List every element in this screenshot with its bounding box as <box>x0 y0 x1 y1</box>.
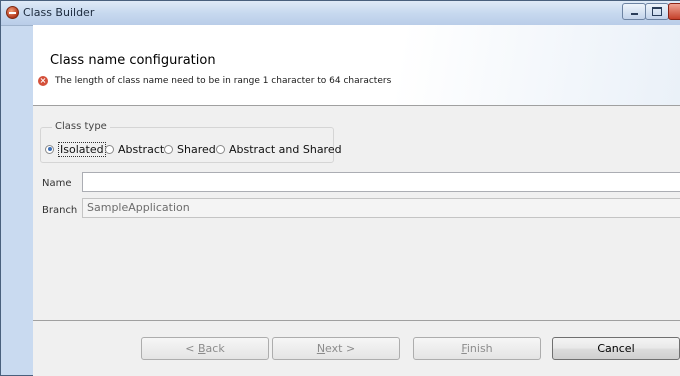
radio-abstract-and-shared[interactable]: Abstract and Shared <box>216 141 342 157</box>
branch-label: Branch <box>42 205 78 216</box>
name-label: Name <box>42 178 72 189</box>
radio-isolated-label: Isolated <box>58 141 106 157</box>
branch-field: SampleApplication <box>82 198 680 218</box>
page-title: Class name configuration <box>50 53 216 68</box>
name-field[interactable] <box>82 172 680 192</box>
radio-unselected-icon <box>105 144 114 154</box>
radio-unselected-icon <box>164 144 173 154</box>
button-separator <box>33 320 680 321</box>
wizard-header: Class name configuration × The length of… <box>33 25 680 106</box>
maximize-button[interactable] <box>645 3 669 20</box>
radio-abstract-and-shared-label: Abstract and Shared <box>229 142 342 156</box>
error-icon: × <box>38 76 48 86</box>
error-message: The length of class name need to be in r… <box>55 76 392 86</box>
cancel-button[interactable]: Cancel <box>552 337 680 360</box>
window-title: Class Builder <box>23 6 95 19</box>
radio-selected-icon <box>45 144 54 154</box>
radio-unselected-icon <box>216 144 225 154</box>
close-button[interactable]: x <box>668 3 680 20</box>
class-type-legend: Class type <box>52 121 110 132</box>
back-button[interactable]: < Back <box>141 337 269 360</box>
minimize-icon <box>630 13 638 15</box>
next-button[interactable]: Next > <box>272 337 400 360</box>
radio-shared-label: Shared <box>177 142 216 156</box>
finish-button[interactable]: Finish <box>413 337 541 360</box>
radio-isolated[interactable]: Isolated <box>45 141 106 157</box>
app-icon <box>6 6 19 19</box>
title-bar[interactable]: Class Builder x <box>1 1 680 26</box>
radio-shared[interactable]: Shared <box>164 141 216 157</box>
radio-abstract[interactable]: Abstract <box>105 141 164 157</box>
maximize-icon <box>652 7 662 16</box>
minimize-button[interactable] <box>622 3 646 20</box>
radio-abstract-label: Abstract <box>118 142 165 156</box>
